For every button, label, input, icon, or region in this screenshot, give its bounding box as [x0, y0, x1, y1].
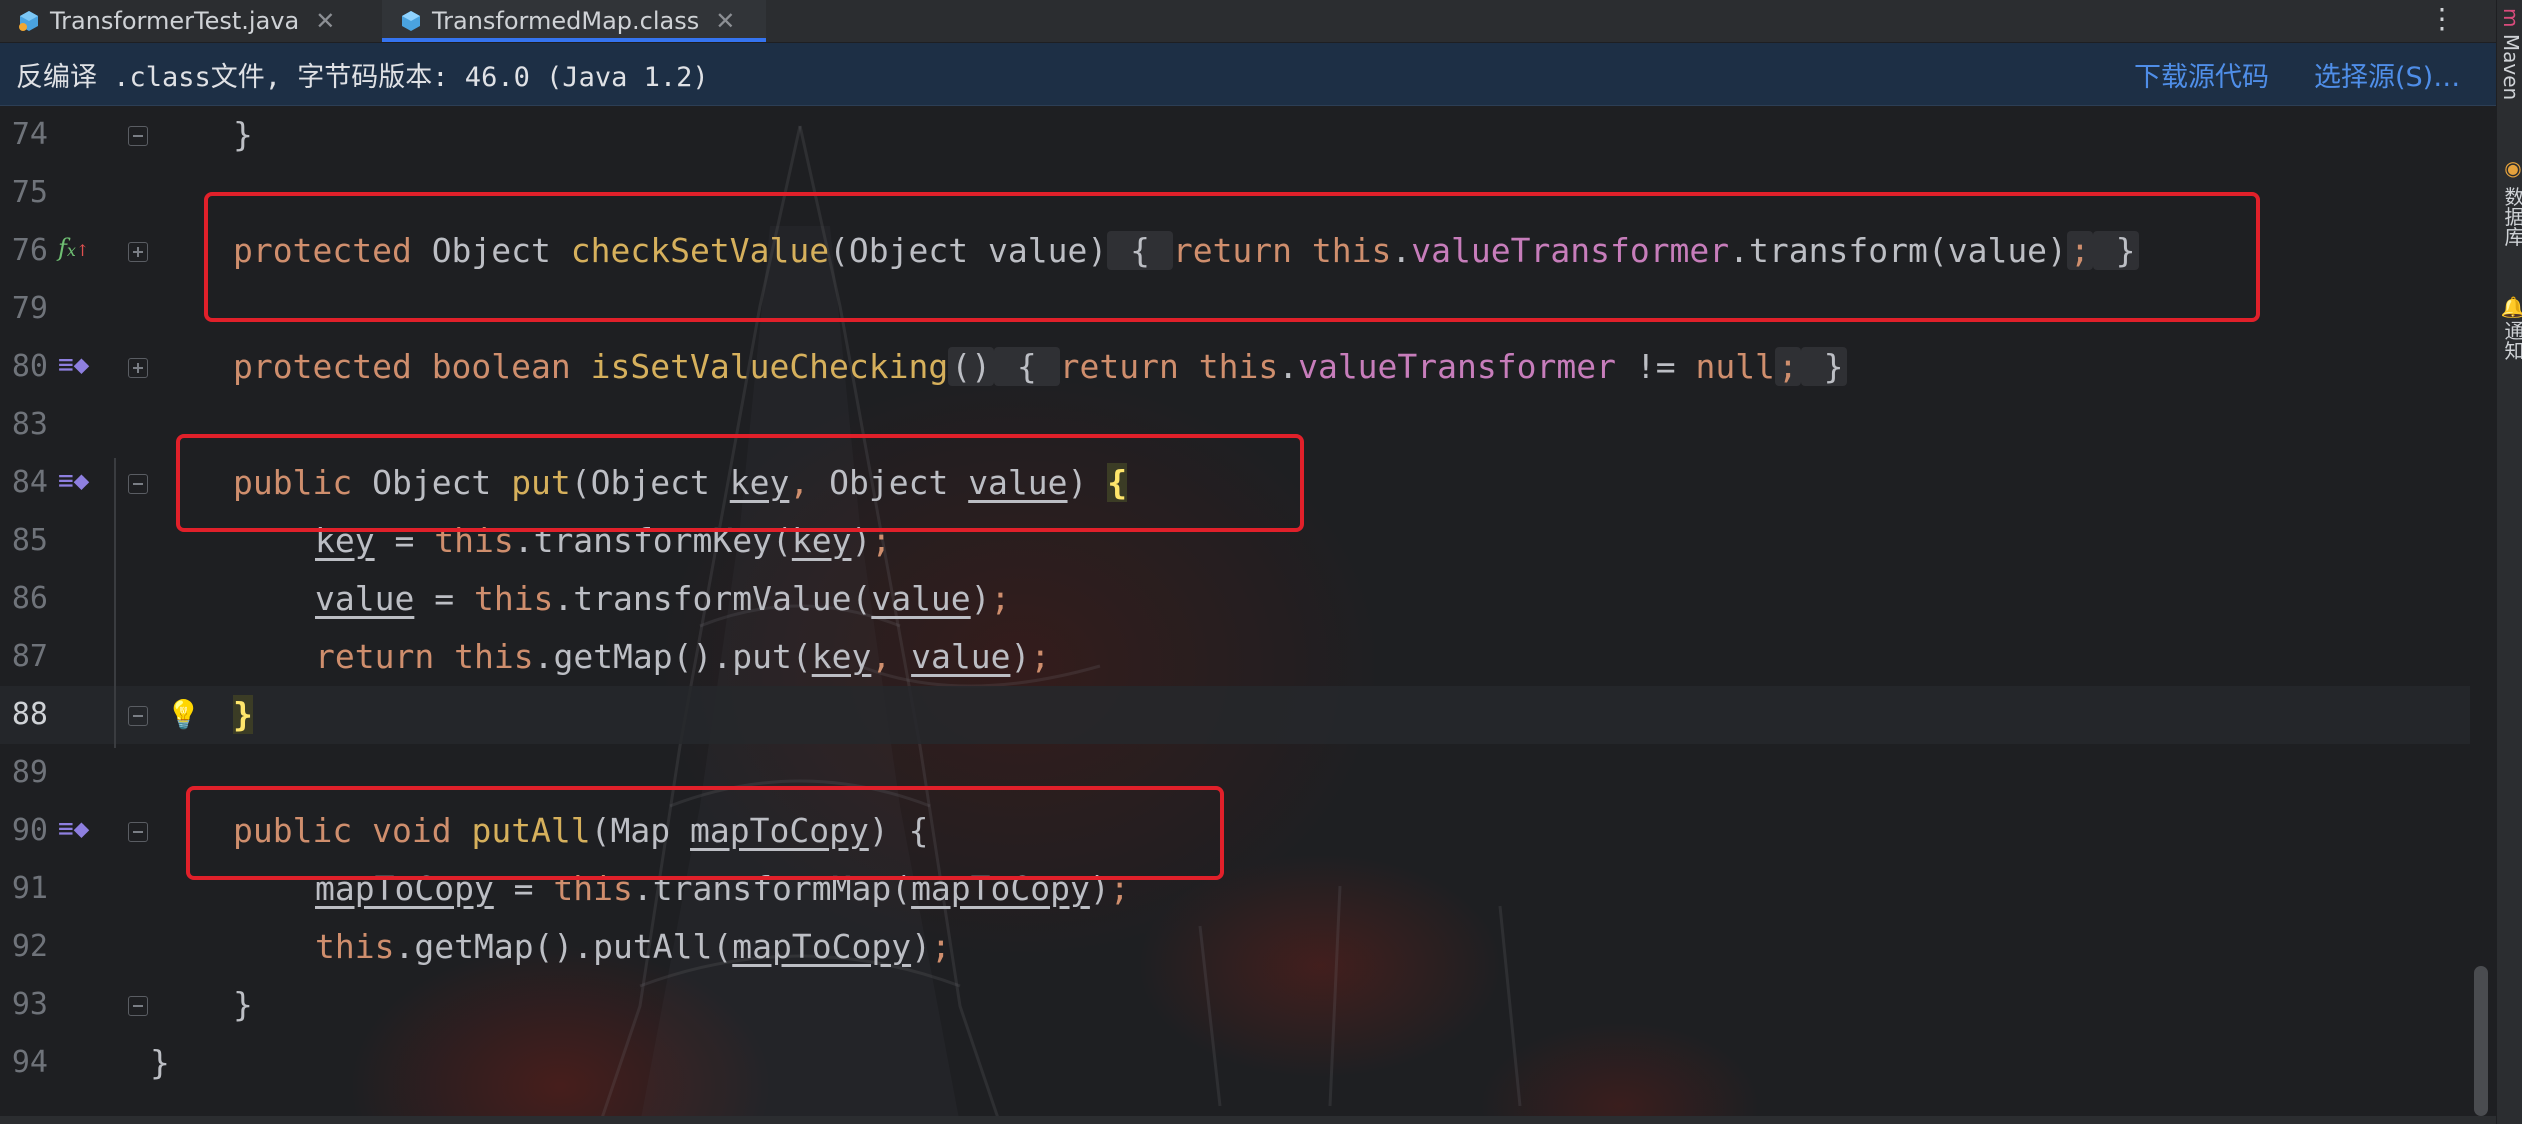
code-text: protected boolean isSetValueChecking() {… — [233, 347, 1847, 386]
database-tool-tab[interactable]: ◉ 数据库 — [2499, 156, 2522, 246]
fold-toggle[interactable] — [128, 706, 148, 726]
code-line: 90 ≡◆ public void putAll(Map mapToCopy) … — [0, 802, 2470, 860]
code-text: } — [233, 985, 253, 1024]
decompiled-class-banner: 反编译 .class文件, 字节码版本: 46.0 (Java 1.2) 下载源… — [0, 43, 2496, 106]
line-number: 91 — [11, 871, 48, 906]
code-text: return this.getMap().put(key, value); — [315, 637, 1051, 676]
code-line: 79 — [0, 280, 2470, 338]
code-line: 87 return this.getMap().put(key, value); — [0, 628, 2470, 686]
code-line: 84 ≡◆ public Object put(Object key, Obje… — [0, 454, 2470, 512]
download-sources-link[interactable]: 下载源代码 — [2134, 55, 2269, 94]
more-options-icon[interactable]: ⋮ — [2428, 2, 2456, 35]
override-marker-icon[interactable]: ≡◆ — [58, 350, 89, 380]
close-icon[interactable]: ✕ — [715, 7, 735, 35]
code-text: value = this.transformValue(value); — [315, 579, 1011, 618]
fold-toggle[interactable] — [128, 996, 148, 1016]
code-line: 91 mapToCopy = this.transformMap(mapToCo… — [0, 860, 2470, 918]
editor-tab-bar: TransformerTest.java ✕ TransformedMap.cl… — [0, 0, 2496, 43]
code-line: 75 — [0, 164, 2470, 222]
function-override-icon[interactable]: fx↑ — [58, 234, 89, 262]
code-line: 74 } — [0, 106, 2470, 164]
override-marker-icon[interactable]: ≡◆ — [58, 814, 89, 844]
line-number: 93 — [11, 987, 48, 1022]
code-text: key = this.transformKey(key); — [315, 521, 892, 560]
fold-toggle[interactable] — [128, 126, 148, 146]
line-number: 83 — [11, 407, 48, 442]
code-line: 80 ≡◆ protected boolean isSetValueChecki… — [0, 338, 2470, 396]
line-number: 86 — [11, 581, 48, 616]
code-line: 83 — [0, 396, 2470, 454]
code-text: mapToCopy = this.transformMap(mapToCopy)… — [315, 869, 1130, 908]
code-text: } — [233, 115, 253, 154]
class-file-icon — [402, 11, 420, 31]
maven-icon: m — [2499, 8, 2522, 34]
tab-label: TransformerTest.java — [50, 7, 300, 35]
code-line: 85 key = this.transformKey(key); — [0, 512, 2470, 570]
code-editor[interactable]: 74 } 75 76 fx↑ protected Object checkSet… — [0, 106, 2496, 1124]
line-number: 94 — [11, 1045, 48, 1080]
code-text: } — [233, 695, 253, 734]
code-line-current: 88 💡 } — [0, 686, 2470, 744]
line-number: 88 — [11, 697, 48, 732]
line-number: 90 — [11, 813, 48, 848]
notifications-tool-tab[interactable]: 🔔通知 — [2499, 296, 2522, 360]
banner-message: 反编译 .class文件, 字节码版本: 46.0 (Java 1.2) — [16, 61, 709, 93]
maven-tool-tab[interactable]: m Maven — [2499, 8, 2522, 100]
fold-toggle[interactable] — [128, 474, 148, 494]
bell-icon: 🔔 — [2501, 296, 2522, 321]
code-line: 94 } — [0, 1034, 2470, 1092]
code-text: public Object put(Object key, Object val… — [233, 463, 1128, 502]
code-line: 89 — [0, 744, 2470, 802]
line-number: 76 — [11, 233, 48, 268]
fold-toggle[interactable] — [128, 358, 148, 378]
close-icon[interactable]: ✕ — [315, 7, 335, 35]
line-number: 84 — [11, 465, 48, 500]
lightbulb-icon[interactable]: 💡 — [166, 698, 201, 731]
line-number: 87 — [11, 639, 48, 674]
line-number: 89 — [11, 755, 48, 790]
code-text: } — [150, 1043, 170, 1082]
code-line: 93 } — [0, 976, 2470, 1034]
tab-label: TransformedMap.class — [432, 7, 700, 35]
tab-transformedmap[interactable]: TransformedMap.class ✕ — [382, 0, 766, 42]
line-number: 74 — [11, 117, 48, 152]
line-number: 85 — [11, 523, 48, 558]
scope-indent-guide — [114, 458, 116, 748]
choose-sources-link[interactable]: 选择源(S)… — [2314, 55, 2460, 94]
override-marker-icon[interactable]: ≡◆ — [58, 466, 89, 496]
line-number: 92 — [11, 929, 48, 964]
code-line: 86 value = this.transformValue(value); — [0, 570, 2470, 628]
code-line: 76 fx↑ protected Object checkSetValue(Ob… — [0, 222, 2470, 280]
fold-toggle[interactable] — [128, 822, 148, 842]
vertical-scrollbar[interactable] — [2474, 966, 2488, 1116]
code-text: protected Object checkSetValue(Object va… — [233, 231, 2139, 270]
fold-toggle[interactable] — [128, 242, 148, 262]
right-tool-strip: m Maven ◉ 数据库 🔔通知 — [2496, 0, 2522, 1124]
code-line: 92 this.getMap().putAll(mapToCopy); — [0, 918, 2470, 976]
line-number: 79 — [11, 291, 48, 326]
code-text: public void putAll(Map mapToCopy) { — [233, 811, 929, 850]
line-number: 75 — [11, 175, 48, 210]
horizontal-scrollbar[interactable] — [0, 1116, 2496, 1124]
database-icon: ◉ — [2501, 156, 2522, 180]
tab-transformertest[interactable]: TransformerTest.java ✕ — [0, 0, 370, 42]
java-class-icon — [19, 11, 38, 31]
code-text: this.getMap().putAll(mapToCopy); — [315, 927, 951, 966]
line-number: 80 — [11, 349, 48, 384]
